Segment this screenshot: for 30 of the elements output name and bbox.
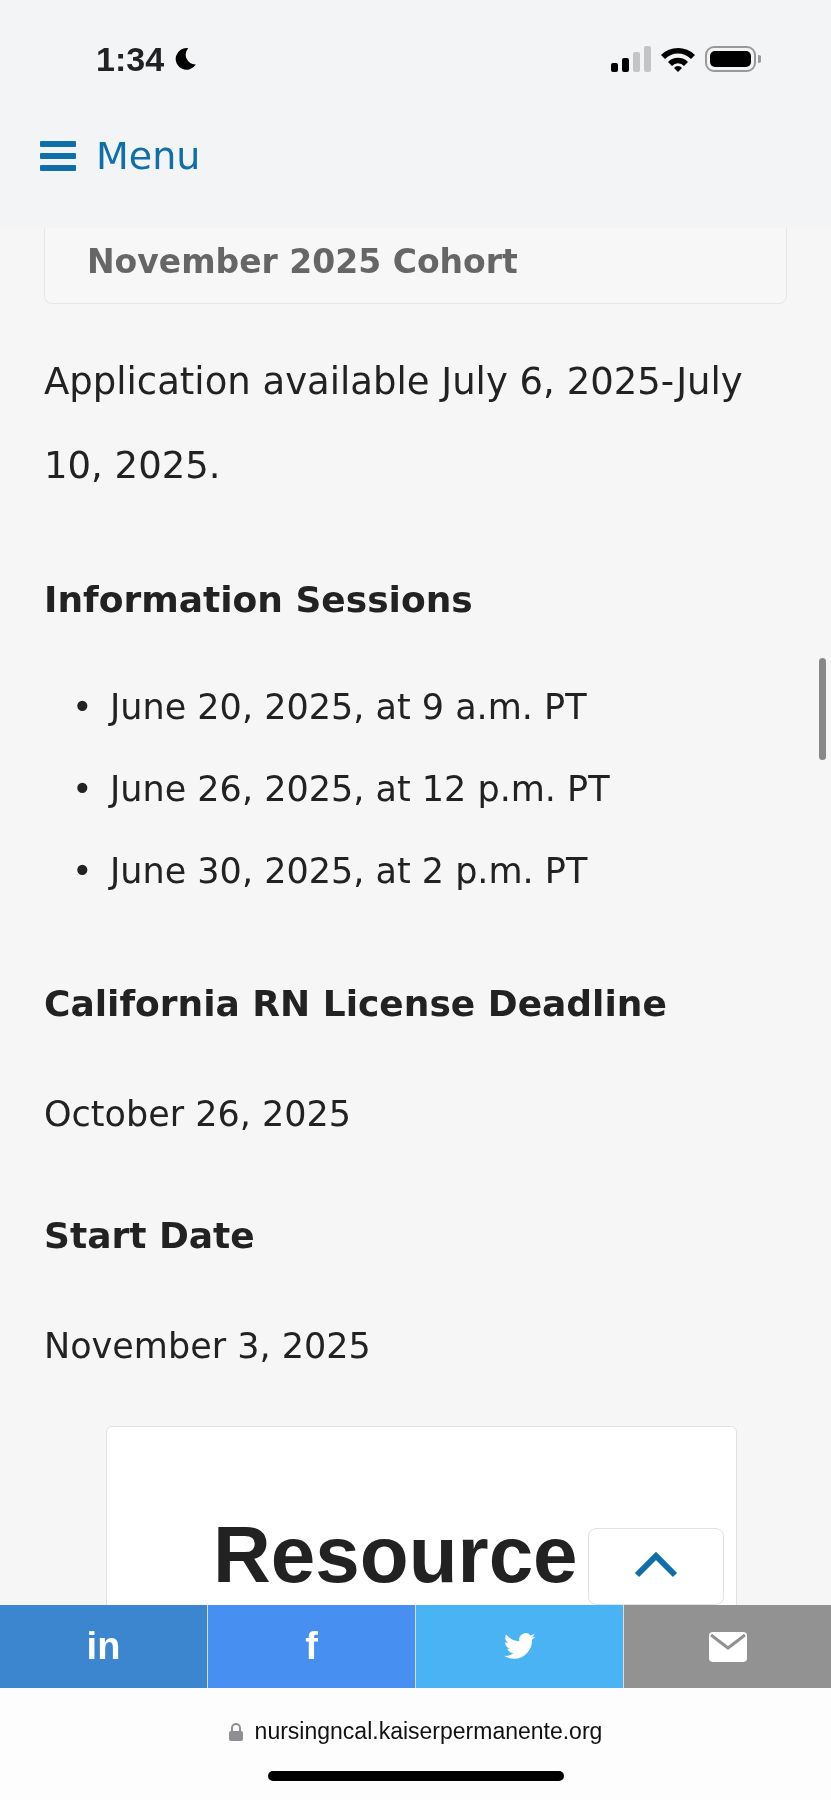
share-button[interactable] xyxy=(416,1605,623,1688)
session-item: June 20, 2025, at 9 a.m. PT xyxy=(110,686,587,728)
application-text: Application available July 6, 2025-July 10, 2025. xyxy=(44,359,744,489)
chevron-up-icon xyxy=(633,1551,679,1579)
section-heading: California RN License Deadline xyxy=(44,982,668,1026)
back-to-top-button[interactable] xyxy=(588,1528,724,1605)
date-text: November 3, 2025 xyxy=(44,1325,372,1368)
status-time: 1:34 xyxy=(96,39,165,79)
menu-icon xyxy=(40,141,76,171)
wifi-icon xyxy=(659,45,697,73)
url-text: nursingncal.kaiserpermanente.org xyxy=(254,1718,603,1745)
battery-icon xyxy=(705,45,761,73)
envelope-icon xyxy=(708,1631,747,1662)
signal-icon xyxy=(611,45,651,73)
share-button[interactable]: f xyxy=(208,1605,415,1688)
resources-title: Resource xyxy=(213,1510,578,1599)
bullet: • xyxy=(72,850,94,892)
share-button[interactable] xyxy=(624,1605,831,1688)
share-button[interactable]: in xyxy=(0,1605,207,1688)
date-text: October 26, 2025 xyxy=(44,1093,353,1136)
bullet: • xyxy=(72,768,94,810)
lock-icon xyxy=(228,1722,243,1741)
section-heading: Information Sessions xyxy=(44,578,474,622)
bird-icon xyxy=(502,1632,537,1661)
section-heading: Start Date xyxy=(44,1214,256,1258)
session-item: June 30, 2025, at 2 p.m. PT xyxy=(110,850,588,892)
menu-button[interactable]: Menu xyxy=(40,134,201,178)
cohort-title: November 2025 Cohort xyxy=(87,242,518,281)
bullet: • xyxy=(72,686,94,728)
session-item: June 26, 2025, at 12 p.m. PT xyxy=(110,768,610,810)
